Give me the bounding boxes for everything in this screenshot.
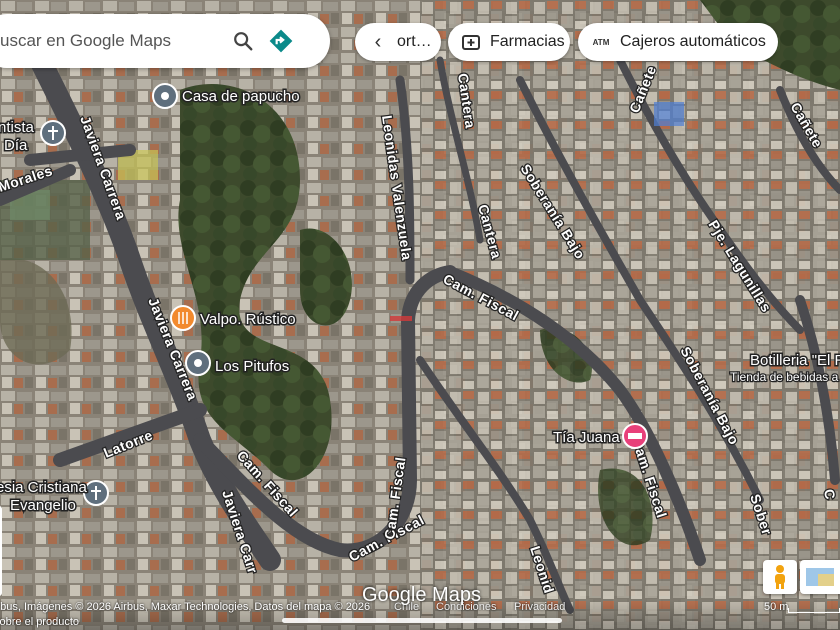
google-maps-logo: Google Maps: [362, 584, 481, 606]
home-indicator: [282, 618, 562, 623]
satellite-map[interactable]: Morales Javiera Carrera Javiera Carrera …: [0, 0, 840, 630]
search-icon[interactable]: [232, 30, 254, 52]
chevron-left-icon[interactable]: ‹: [367, 31, 389, 53]
privacy-link[interactable]: Privacidad: [514, 601, 565, 613]
product-feedback-link[interactable]: sobre el producto: [0, 616, 79, 628]
place-label-tia-juana: Tía Juana: [553, 429, 620, 446]
atm-icon: ATM: [592, 37, 610, 47]
place-label-iglesia-2: Evangelio: [10, 497, 76, 514]
imagery-attribution: irbus, Imágenes © 2026 Airbus, Maxar Tec…: [0, 601, 371, 613]
scale-label: 50 m: [764, 601, 789, 613]
category-chip-farmacias[interactable]: Farmacias: [448, 23, 570, 61]
street-view-pegman[interactable]: [763, 560, 797, 594]
place-label-valpo: Valpo. Rústico: [200, 311, 296, 328]
chip-label-prev: ort…: [397, 33, 432, 50]
place-label-pitufos: Los Pitufos: [215, 358, 289, 375]
pharmacy-icon: [460, 31, 482, 53]
side-panel-handle[interactable]: [0, 506, 2, 596]
place-label-botilleria-sub: Tienda de bebidas a: [730, 370, 839, 384]
place-label-botilleria: Botilleria "El R: [750, 352, 840, 369]
category-chip-cajeros[interactable]: ATM Cajeros automáticos: [578, 23, 778, 61]
category-chip-prev[interactable]: ‹ ort…: [355, 23, 441, 61]
layers-icon: [806, 568, 834, 586]
place-label-adventista-2: Día: [4, 137, 28, 154]
scale-bar: [788, 608, 840, 613]
place-label-iglesia-1: esia Cristiana: [0, 479, 88, 496]
place-label-casa: Casa de papucho: [182, 88, 300, 105]
chip-label-cajeros: Cajeros automáticos: [620, 33, 766, 50]
pegman-icon: [775, 565, 785, 589]
layers-toggle[interactable]: [800, 560, 840, 594]
search-input[interactable]: uscar en Google Maps: [0, 31, 171, 51]
directions-icon[interactable]: [268, 28, 294, 54]
chip-label-farmacias: Farmacias: [490, 33, 565, 50]
search-box[interactable]: uscar en Google Maps: [0, 14, 330, 68]
place-label-adventista-1: ntista: [0, 119, 35, 136]
